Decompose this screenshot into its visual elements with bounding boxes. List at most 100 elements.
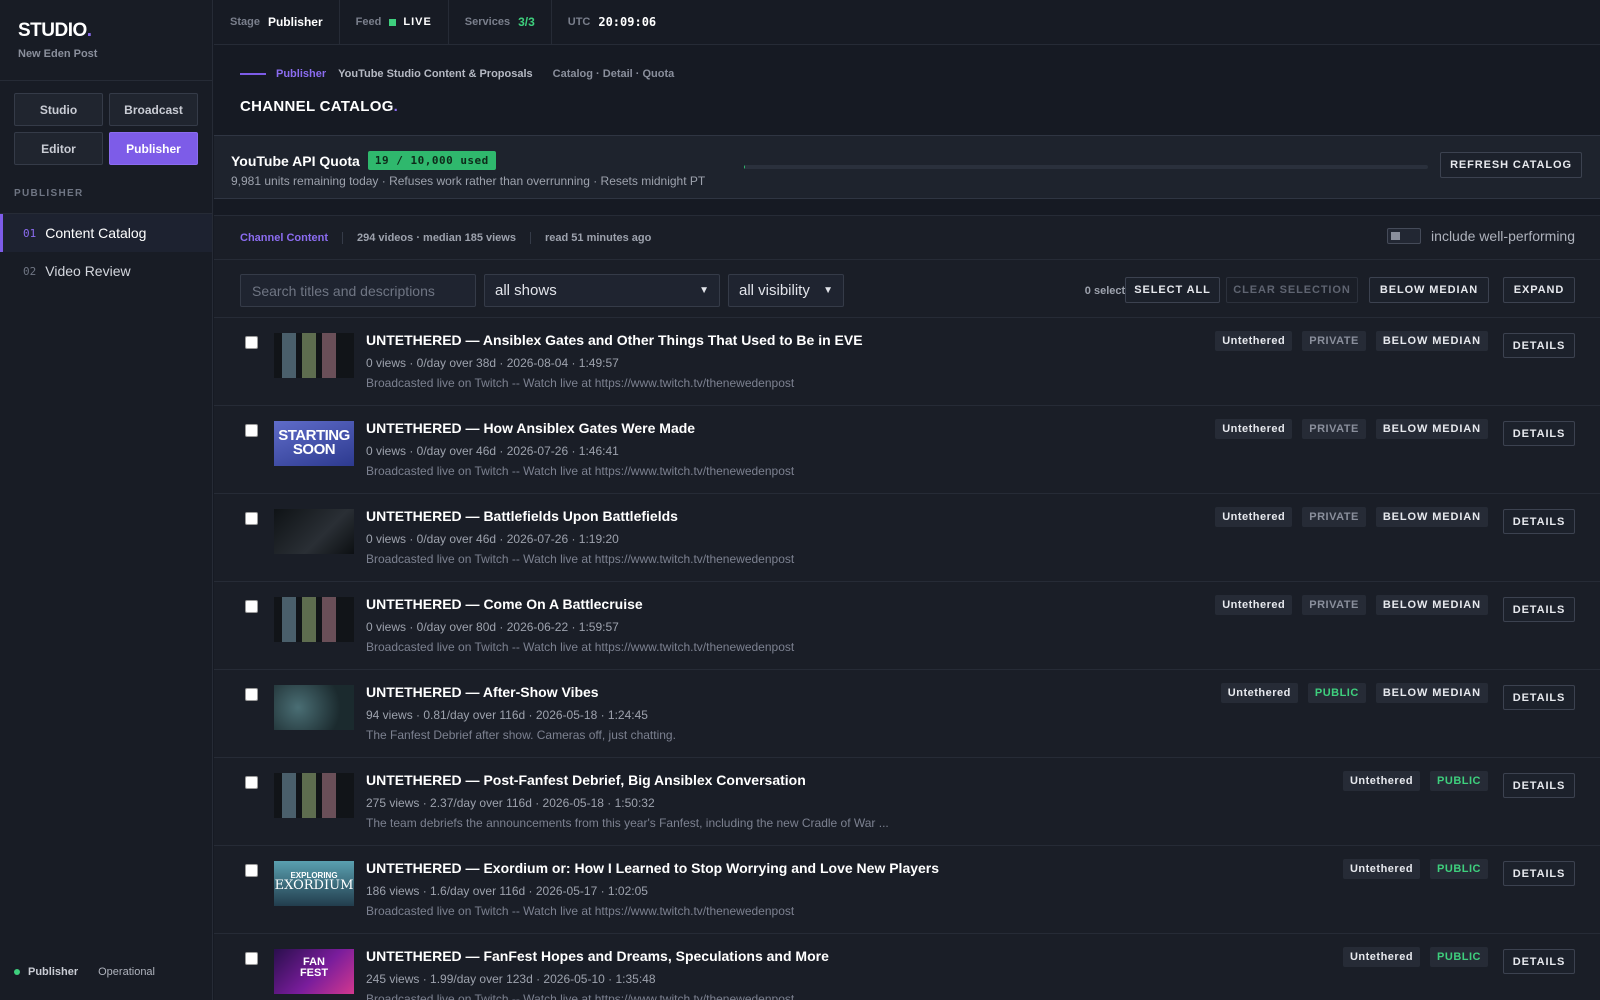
- visibility-badge: PUBLIC: [1430, 859, 1488, 879]
- video-select-checkbox[interactable]: [245, 600, 258, 613]
- services-label: Services: [464, 16, 511, 28]
- video-select-checkbox[interactable]: [245, 952, 258, 965]
- well-performing-toggle[interactable]: [1387, 228, 1422, 244]
- video-thumbnail[interactable]: STARTING SOON: [274, 421, 354, 466]
- quota-progress-bar: [744, 165, 1428, 169]
- sidebar-item-label: Content Catalog: [45, 225, 147, 241]
- shows-select[interactable]: all shows ▼: [484, 274, 720, 307]
- details-button[interactable]: DETAILS: [1503, 773, 1575, 798]
- video-select-checkbox[interactable]: [245, 512, 258, 525]
- video-row: FAN FEST UNTETHERED — FanFest Hopes and D…: [214, 934, 1600, 1000]
- breadcrumb: Publisher YouTube Studio Content & Propo…: [240, 68, 674, 80]
- refresh-catalog-button[interactable]: REFRESH CATALOG: [1440, 152, 1582, 178]
- video-title[interactable]: UNTETHERED — FanFest Hopes and Dreams, S…: [366, 948, 829, 964]
- mode-broadcast-button[interactable]: Broadcast: [109, 93, 198, 126]
- video-title[interactable]: UNTETHERED — How Ansiblex Gates Were Mad…: [366, 420, 695, 436]
- sidebar-item-content-catalog[interactable]: 01 Content Catalog: [0, 214, 212, 252]
- video-thumbnail[interactable]: [274, 773, 354, 818]
- video-description: Broadcasted live on Twitch -- Watch live…: [366, 904, 795, 918]
- video-title[interactable]: UNTETHERED — Post-Fanfest Debrief, Big A…: [366, 772, 806, 788]
- video-title[interactable]: UNTETHERED — Exordium or: How I Learned …: [366, 860, 939, 876]
- details-button[interactable]: DETAILS: [1503, 333, 1575, 358]
- video-tags: Untethered PRIVATE BELOW MEDIAN: [1205, 595, 1488, 615]
- video-select-checkbox[interactable]: [245, 424, 258, 437]
- select-all-button[interactable]: SELECT ALL: [1125, 277, 1220, 303]
- video-meta: 186 views · 1.6/day over 116d · 2026-05-…: [366, 884, 648, 898]
- well-performing-toggle-group: include well-performing: [1387, 228, 1575, 244]
- clear-selection-button[interactable]: CLEAR SELECTION: [1226, 277, 1358, 303]
- search-input[interactable]: [240, 274, 476, 307]
- expand-button[interactable]: EXPAND: [1503, 277, 1575, 303]
- status-dot-icon: [14, 969, 20, 975]
- toggle-label: include well-performing: [1431, 228, 1575, 244]
- video-select-checkbox[interactable]: [245, 688, 258, 701]
- video-description: Broadcasted live on Twitch -- Watch live…: [366, 464, 795, 478]
- video-description: Broadcasted live on Twitch -- Watch live…: [366, 376, 795, 390]
- stage-value: Publisher: [267, 15, 323, 29]
- below-median-button[interactable]: BELOW MEDIAN: [1369, 277, 1489, 303]
- video-thumbnail[interactable]: [274, 333, 354, 378]
- below-median-badge: BELOW MEDIAN: [1375, 595, 1488, 615]
- mode-studio-button[interactable]: Studio: [14, 93, 103, 126]
- utc-clock: 20:09:06: [598, 15, 657, 29]
- brand-logo[interactable]: STUDIO.: [18, 20, 194, 42]
- content-read-time: read 51 minutes ago: [544, 231, 652, 244]
- breadcrumb-app[interactable]: Publisher: [276, 68, 326, 80]
- video-thumbnail[interactable]: FAN FEST: [274, 949, 354, 994]
- channel-content-panel: Channel Content 294 videos · median 185 …: [214, 215, 1600, 1000]
- topbar-clock: UTC 20:09:06: [552, 0, 672, 45]
- mode-editor-button[interactable]: Editor: [14, 132, 103, 165]
- video-row: UNTETHERED — Post-Fanfest Debrief, Big A…: [214, 758, 1600, 846]
- sidebar-item-video-review[interactable]: 02 Video Review: [0, 252, 212, 290]
- show-tag: Untethered: [1215, 419, 1293, 439]
- show-tag: Untethered: [1220, 683, 1298, 703]
- service-state: Operational: [98, 966, 155, 978]
- api-quota-panel: YouTube API Quota 19 / 10,000 used 9,981…: [214, 135, 1600, 199]
- visibility-select[interactable]: all visibility ▼: [728, 274, 844, 307]
- video-select-checkbox[interactable]: [245, 336, 258, 349]
- video-select-checkbox[interactable]: [245, 864, 258, 877]
- utc-label: UTC: [567, 16, 591, 28]
- show-tag: Untethered: [1342, 859, 1421, 879]
- service-name: Publisher: [28, 966, 79, 978]
- show-tag: Untethered: [1215, 595, 1293, 615]
- video-tags: Untethered PRIVATE BELOW MEDIAN: [1205, 507, 1488, 527]
- video-description: The team debriefs the announcements from…: [366, 816, 889, 830]
- visibility-badge: PUBLIC: [1430, 771, 1488, 791]
- video-meta: 94 views · 0.81/day over 116d · 2026-05-…: [366, 708, 648, 722]
- details-button[interactable]: DETAILS: [1503, 949, 1575, 974]
- video-meta: 0 views · 0/day over 80d · 2026-06-22 · …: [366, 620, 619, 634]
- video-title[interactable]: UNTETHERED — Battlefields Upon Battlefie…: [366, 508, 678, 524]
- live-indicator-icon: [389, 18, 397, 26]
- video-meta: 245 views · 1.99/day over 123d · 2026-05…: [366, 972, 656, 986]
- video-tags: Untethered PUBLIC BELOW MEDIAN: [1211, 683, 1488, 703]
- video-title[interactable]: UNTETHERED — Come On A Battlecruise: [366, 596, 643, 612]
- mode-publisher-button[interactable]: Publisher: [109, 132, 198, 165]
- visibility-badge: PUBLIC: [1430, 947, 1488, 967]
- details-button[interactable]: DETAILS: [1503, 685, 1575, 710]
- visibility-select-value: all visibility: [739, 282, 810, 299]
- video-select-checkbox[interactable]: [245, 776, 258, 789]
- video-thumbnail[interactable]: [274, 597, 354, 642]
- mode-switcher: Studio Broadcast Editor Publisher: [0, 81, 212, 165]
- details-button[interactable]: DETAILS: [1503, 509, 1575, 534]
- accent-line: [240, 73, 266, 75]
- video-title[interactable]: UNTETHERED — After-Show Vibes: [366, 684, 599, 700]
- video-thumbnail[interactable]: [274, 509, 354, 554]
- chevron-down-icon: ▼: [699, 285, 709, 296]
- video-thumbnail[interactable]: EXPLORING EXORDIUM: [274, 861, 354, 906]
- below-median-badge: BELOW MEDIAN: [1375, 683, 1488, 703]
- video-row: UNTETHERED — Come On A Battlecruise 0 vi…: [214, 582, 1600, 670]
- details-button[interactable]: DETAILS: [1503, 861, 1575, 886]
- details-button[interactable]: DETAILS: [1503, 421, 1575, 446]
- thumbnail-text: SOON: [292, 441, 336, 458]
- feed-label: Feed: [355, 16, 382, 28]
- details-button[interactable]: DETAILS: [1503, 597, 1575, 622]
- content-video-stats: 294 videos · median 185 views: [343, 231, 531, 244]
- video-description: Broadcasted live on Twitch -- Watch live…: [366, 552, 795, 566]
- video-title[interactable]: UNTETHERED — Ansiblex Gates and Other Th…: [366, 332, 863, 348]
- quota-title: YouTube API Quota 19 / 10,000 used: [231, 151, 496, 170]
- page-title: CHANNEL CATALOG.: [240, 98, 399, 115]
- video-meta: 0 views · 0/day over 38d · 2026-08-04 · …: [366, 356, 619, 370]
- video-thumbnail[interactable]: [274, 685, 354, 730]
